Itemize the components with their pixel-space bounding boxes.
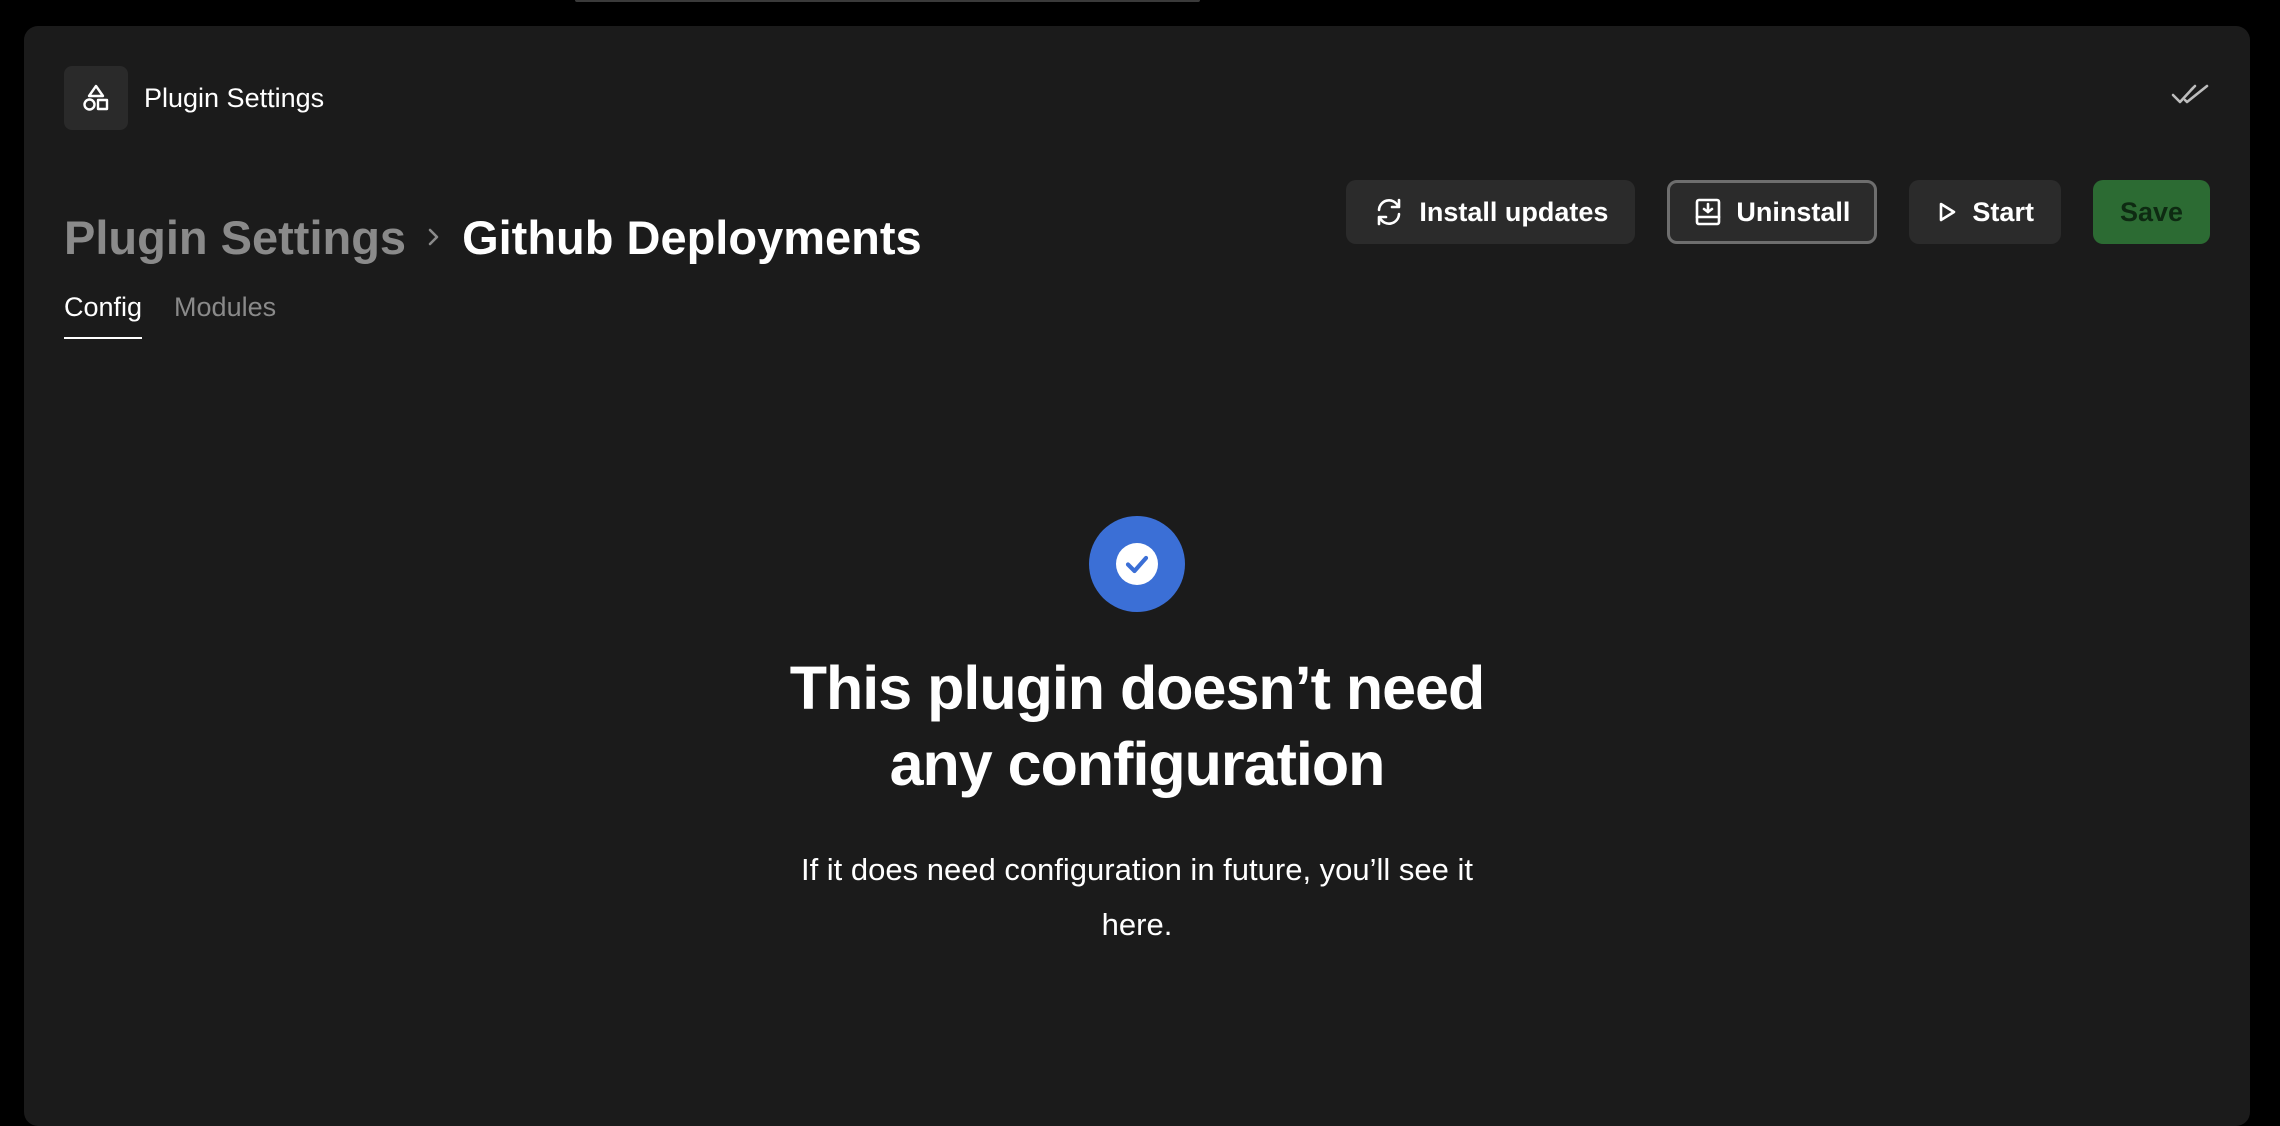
uninstall-button[interactable]: Uninstall <box>1667 180 1878 244</box>
tab-config[interactable]: Config <box>64 292 143 339</box>
toolbar: Install updates Uninstall Start Save <box>1346 180 2210 244</box>
start-label: Start <box>1972 196 2034 227</box>
check-circle-icon <box>1089 516 1185 612</box>
top-notch <box>575 0 1200 2</box>
start-button[interactable]: Start <box>1909 180 2061 244</box>
app-title: Plugin Settings <box>144 82 325 113</box>
refresh-icon <box>1373 196 1405 228</box>
empty-state-description: If it does need configuration in future,… <box>800 852 1474 942</box>
install-updates-label: Install updates <box>1419 196 1609 227</box>
tab-bar: Config Modules <box>64 292 276 339</box>
double-check-icon[interactable] <box>2170 80 2210 110</box>
breadcrumb: Plugin Settings Github Deployments <box>64 202 922 272</box>
save-button[interactable]: Save <box>2092 180 2210 244</box>
tab-modules[interactable]: Modules <box>174 292 276 339</box>
uninstall-label: Uninstall <box>1736 196 1851 227</box>
plugin-settings-panel: Plugin Settings Plugin Settings Github D… <box>24 26 2250 1126</box>
play-icon <box>1936 200 1958 224</box>
app-header: Plugin Settings <box>64 66 324 130</box>
uninstall-icon <box>1694 197 1722 227</box>
breadcrumb-parent[interactable]: Plugin Settings <box>64 210 406 265</box>
empty-state: This plugin doesn’t need any configurati… <box>24 516 2250 952</box>
chevron-right-icon <box>426 226 442 248</box>
breadcrumb-current: Github Deployments <box>462 210 922 264</box>
install-updates-button[interactable]: Install updates <box>1346 180 1636 244</box>
shapes-icon[interactable] <box>64 66 128 130</box>
empty-state-title: This plugin doesn’t need any configurati… <box>789 654 1485 798</box>
